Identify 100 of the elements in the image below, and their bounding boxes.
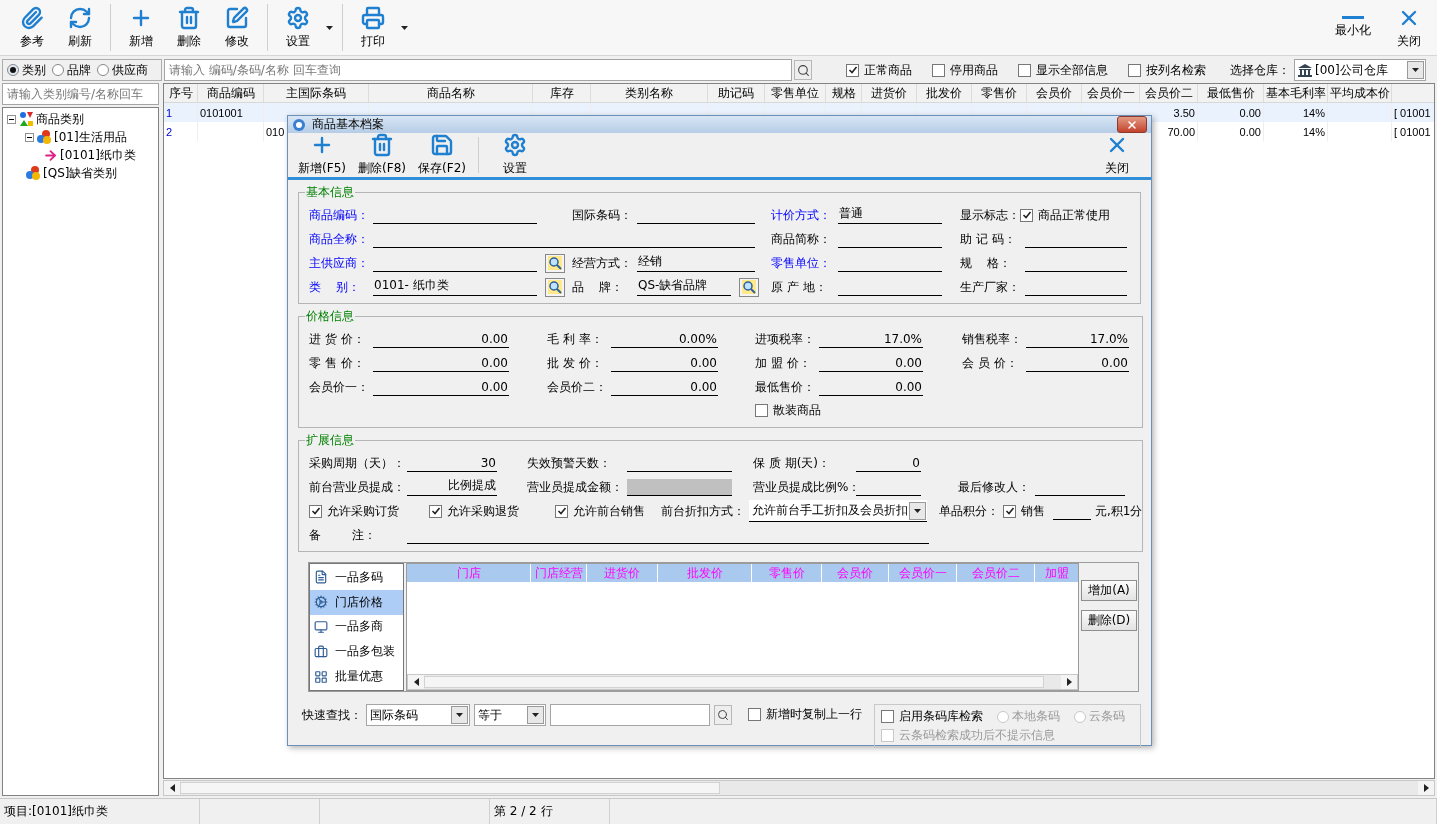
field-label: 规 格： (960, 254, 1013, 272)
toolbar-button[interactable]: 打印 (349, 0, 397, 55)
checkbox[interactable]: 停用商品 (932, 61, 998, 79)
tree-item[interactable]: 商品类别 (36, 110, 84, 128)
tab[interactable]: 一品多码 (310, 565, 403, 590)
search-field[interactable]: 请输入 编码/条码/名称 回车查询 (164, 59, 792, 81)
window-button[interactable]: 关闭 (1381, 0, 1437, 55)
checkbox[interactable]: 允许采购退货 (429, 502, 519, 520)
column-header[interactable]: 零售单位 (765, 84, 826, 102)
toolbar-button[interactable]: 参考 (8, 0, 56, 55)
lookup-button[interactable] (545, 277, 565, 297)
input-field[interactable]: 0101- 纸巾类 (373, 278, 537, 296)
toolbar-button[interactable]: 刷新 (56, 0, 104, 55)
checkbox[interactable]: 商品正常使用 (1020, 206, 1110, 224)
tree-item[interactable]: [QS]缺省类别 (43, 164, 118, 182)
column-header[interactable]: 基本毛利率 (1264, 84, 1328, 102)
column-header[interactable]: 批发价 (917, 84, 972, 102)
input-field[interactable]: 比例提成 (407, 478, 497, 496)
right-arrow-icon[interactable] (1423, 784, 1429, 792)
input-field[interactable]: QS-缺省品牌 (637, 278, 731, 296)
toolbar-button[interactable]: 新增 (117, 0, 165, 55)
collapse-toggle[interactable] (7, 114, 16, 124)
horizontal-scrollbar[interactable] (163, 780, 1435, 796)
toolbar-button[interactable]: 设置 (274, 0, 322, 55)
tab[interactable]: 门店价格 (310, 589, 403, 615)
horizontal-scrollbar[interactable] (407, 674, 1078, 690)
input-field[interactable]: 经销 (637, 254, 755, 272)
input-field[interactable]: 0.00% (611, 330, 718, 348)
tab[interactable]: 一品多包装 (310, 639, 403, 665)
operator-dropdown[interactable]: 等于 (474, 704, 546, 726)
left-arrow-icon[interactable] (169, 784, 175, 792)
column-header[interactable]: 会员价一 (1082, 84, 1140, 102)
grid-button[interactable]: 删除(D) (1081, 610, 1137, 631)
left-arrow-icon[interactable] (413, 678, 419, 686)
input-field[interactable]: 0.00 (611, 378, 718, 396)
search-button[interactable] (714, 705, 732, 725)
checkbox[interactable]: 显示全部信息 (1018, 61, 1108, 79)
input-field[interactable]: 普通 (838, 206, 942, 224)
column-header[interactable]: 商品名称 (369, 84, 533, 102)
field-dropdown[interactable]: 国际条码 (366, 704, 470, 726)
column-header[interactable]: 序号 (164, 84, 198, 102)
input-field[interactable]: 17.0% (1026, 330, 1129, 348)
printer-icon (361, 5, 385, 30)
toolbar-button[interactable]: 删除 (165, 0, 213, 55)
window-button[interactable]: 最小化 (1325, 0, 1381, 55)
column-header[interactable]: 最低售价 (1198, 84, 1264, 102)
search-field[interactable] (550, 704, 710, 726)
radio-button[interactable]: 品牌 (52, 61, 91, 79)
check-icon (1004, 506, 1015, 516)
toolbar-button[interactable]: 设置 (485, 133, 545, 177)
column-header[interactable]: 会员价 (1027, 84, 1082, 102)
column-header[interactable]: 商品编码 (198, 84, 264, 102)
column-header[interactable]: 会员价二 (1140, 84, 1198, 102)
column-header[interactable]: 库存 (533, 84, 591, 102)
field-label: 经营方式： (572, 254, 633, 272)
toolbar-button[interactable]: 修改 (213, 0, 261, 55)
checkbox[interactable]: 允许采购订货 (309, 502, 399, 520)
column-header[interactable]: 类别名称 (591, 84, 708, 102)
radio-button[interactable]: 类别 (7, 61, 46, 79)
column-header[interactable]: 助记码 (708, 84, 765, 102)
radio-button[interactable]: 供应商 (97, 61, 148, 79)
input-field[interactable]: 0.00 (373, 354, 509, 372)
input-field[interactable]: 0.00 (611, 354, 718, 372)
checkbox[interactable]: 允许前台销售 (555, 502, 645, 520)
warehouse-dropdown[interactable]: [00]公司仓库 (1294, 59, 1426, 81)
collapse-toggle[interactable] (25, 132, 34, 142)
tab[interactable]: 一品多商 (310, 614, 403, 640)
input-field[interactable]: 30 (407, 454, 497, 472)
checkbox[interactable]: 正常商品 (846, 61, 912, 79)
checkbox[interactable]: 启用条码库检索 (881, 708, 983, 725)
close-button[interactable] (1117, 116, 1147, 133)
tree-item[interactable]: [01]生活用品 (54, 128, 127, 146)
column-header[interactable]: 平均成本价 (1328, 84, 1392, 102)
checkbox[interactable]: 散装商品 (755, 402, 821, 419)
input-field[interactable]: 0.00 (819, 378, 923, 396)
checkbox[interactable]: 按列名检索 (1128, 61, 1206, 79)
toolbar-button[interactable]: 保存(F2) (412, 133, 472, 177)
input-field[interactable]: 0.00 (373, 378, 509, 396)
right-arrow-icon[interactable] (1066, 678, 1072, 686)
column-header[interactable]: 主国际条码 (264, 84, 369, 102)
grid-button[interactable]: 增加(A) (1081, 580, 1137, 601)
checkbox[interactable]: 销售 (1003, 502, 1045, 520)
search-button[interactable] (794, 60, 812, 80)
column-header[interactable]: 进货价 (862, 84, 917, 102)
column-header[interactable]: 零售价 (972, 84, 1027, 102)
input-field[interactable]: 0 (856, 454, 921, 472)
input-field[interactable]: 17.0% (819, 330, 923, 348)
input-field[interactable]: 0.00 (819, 354, 923, 372)
tree-item[interactable]: [0101]纸巾类 (60, 146, 136, 164)
dropdown[interactable]: 允许前台手工折扣及会员折扣 (749, 500, 927, 522)
tab[interactable]: 批量优惠 (310, 664, 403, 689)
trash-icon (177, 5, 201, 30)
category-search-field[interactable]: 请输入类别编号/名称回车 (2, 83, 159, 105)
input-field[interactable]: 0.00 (373, 330, 509, 348)
column-header[interactable]: 规格 (826, 84, 862, 102)
checkbox[interactable]: 新增时复制上一行 (748, 706, 862, 723)
input-field[interactable]: 0.00 (1026, 354, 1129, 372)
lookup-button[interactable] (739, 277, 759, 297)
caret-icon (532, 713, 539, 717)
lookup-button[interactable] (545, 253, 565, 273)
